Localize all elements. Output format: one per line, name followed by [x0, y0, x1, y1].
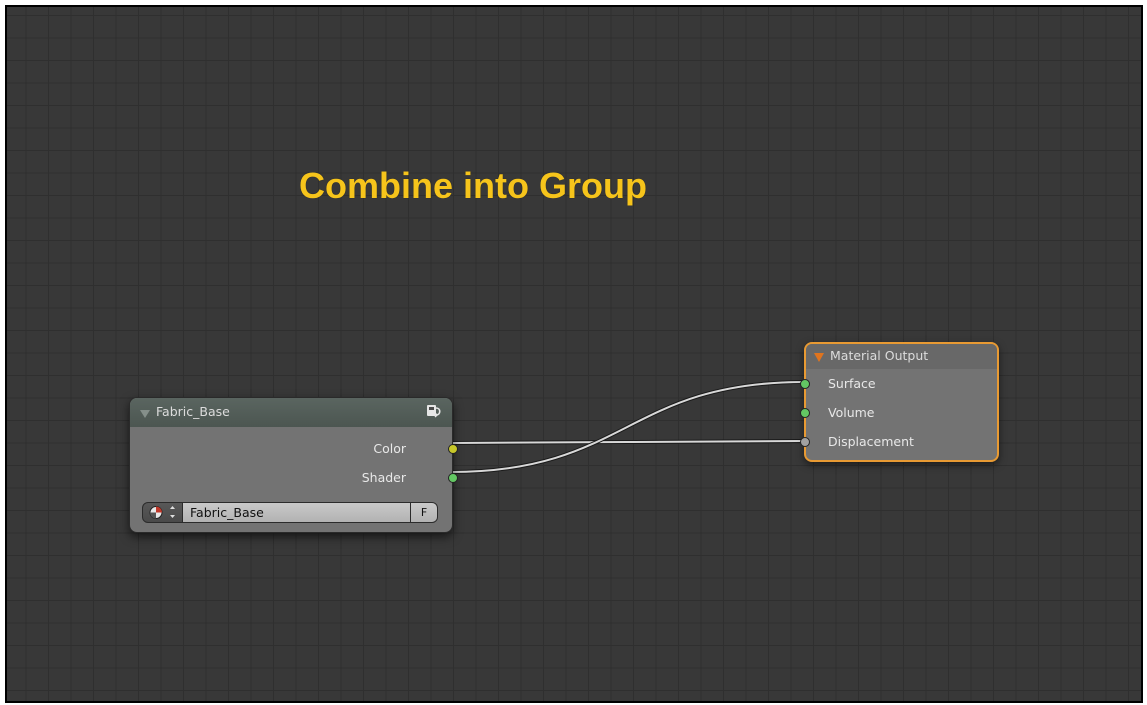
- fake-user-button[interactable]: F: [411, 503, 437, 522]
- output-shader-label: Shader: [361, 470, 406, 485]
- material-output-node[interactable]: Material Output Surface Volume Displacem…: [800, 342, 999, 462]
- node-group-name-field[interactable]: Fabric_Base: [183, 503, 411, 522]
- node-editor-canvas[interactable]: Combine into Group Fabric_Base Color Sha…: [5, 5, 1143, 703]
- input-surface-label: Surface: [828, 376, 876, 391]
- input-surface-socket[interactable]: [800, 379, 810, 389]
- link-color-to-displacement[interactable]: [450, 439, 805, 445]
- group-node-fabric-base[interactable]: Fabric_Base Color Shader Fabric_Base F: [129, 397, 458, 533]
- link-shader-to-surface[interactable]: [450, 380, 805, 474]
- node-group-icon[interactable]: [426, 403, 442, 419]
- annotation-title: Combine into Group: [299, 165, 647, 206]
- node-group-datablock-selector[interactable]: Fabric_Base F: [142, 502, 438, 523]
- group-node-header[interactable]: Fabric_Base: [130, 398, 452, 427]
- input-volume-socket[interactable]: [800, 408, 810, 418]
- material-output-header[interactable]: Material Output: [806, 344, 997, 369]
- group-node-title: Fabric_Base: [156, 404, 230, 419]
- input-displacement-label: Displacement: [828, 434, 914, 449]
- collapse-triangle-icon[interactable]: [140, 410, 150, 418]
- browse-node-group-button[interactable]: [143, 503, 183, 522]
- output-shader-socket[interactable]: [448, 473, 458, 483]
- output-color-socket[interactable]: [448, 444, 458, 454]
- material-output-title: Material Output: [830, 348, 929, 363]
- input-volume-label: Volume: [828, 405, 875, 420]
- output-color-label: Color: [373, 441, 406, 456]
- collapse-triangle-icon[interactable]: [814, 353, 824, 362]
- input-displacement-socket[interactable]: [800, 437, 810, 447]
